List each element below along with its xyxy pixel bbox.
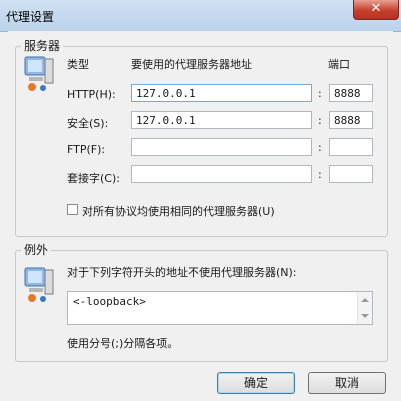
exceptions-textarea[interactable]: <-loopback> <box>67 291 373 325</box>
servers-group-legend: 服务器 <box>21 37 64 54</box>
exceptions-hint: 使用分号(;)分隔各项。 <box>67 337 179 350</box>
http-label: HTTP(H): <box>67 88 116 101</box>
title-bar[interactable]: 代理设置 ✕ <box>0 0 401 32</box>
secure-colon: : <box>318 114 322 127</box>
exceptions-group-legend: 例外 <box>21 241 52 258</box>
http-colon: : <box>318 87 322 100</box>
http-port-field[interactable]: 8888 <box>329 84 373 102</box>
socks-colon: : <box>318 168 322 181</box>
scroll-up-arrow-icon[interactable] <box>361 298 369 302</box>
exceptions-value: <-loopback> <box>73 295 146 308</box>
close-icon: ✕ <box>370 1 382 16</box>
ftp-label: FTP(F): <box>67 143 106 156</box>
window-title: 代理设置 <box>6 10 55 24</box>
ftp-address-field[interactable] <box>131 138 312 156</box>
secure-label: 安全(S): <box>67 117 109 130</box>
ftp-port-field[interactable] <box>329 138 373 156</box>
proxy-settings-window: 代理设置 ✕ 服务器 类型 要使用的代理服务器地址 端口 HTTP(H): 12… <box>0 0 401 401</box>
ftp-colon: : <box>318 141 322 154</box>
http-address-field[interactable]: 127.0.0.1 <box>131 84 312 102</box>
same-proxy-checkbox[interactable] <box>67 204 78 215</box>
same-proxy-label[interactable]: 对所有协议均使用相同的代理服务器(U) <box>82 203 275 219</box>
ok-button[interactable]: 确定 <box>217 372 295 394</box>
scroll-down-arrow-icon[interactable] <box>361 314 369 318</box>
socks-label: 套接字(C): <box>67 172 120 185</box>
socks-port-field[interactable] <box>329 165 373 183</box>
cancel-button[interactable]: 取消 <box>308 372 386 394</box>
type-column-header: 类型 <box>67 58 89 71</box>
close-button[interactable]: ✕ <box>353 0 399 20</box>
exceptions-description: 对于下列字符开头的地址不使用代理服务器(N): <box>67 266 297 279</box>
exceptions-scrollbar[interactable] <box>357 292 372 324</box>
network-computer-icon <box>24 56 54 91</box>
socks-address-field[interactable] <box>131 165 312 183</box>
secure-port-field[interactable]: 8888 <box>329 111 373 129</box>
address-column-header: 要使用的代理服务器地址 <box>131 58 252 71</box>
secure-address-field[interactable]: 127.0.0.1 <box>131 111 312 129</box>
network-computer-icon <box>24 267 54 302</box>
port-column-header: 端口 <box>328 58 350 71</box>
dialog-body: 服务器 类型 要使用的代理服务器地址 端口 HTTP(H): 127.0.0.1… <box>8 31 393 394</box>
